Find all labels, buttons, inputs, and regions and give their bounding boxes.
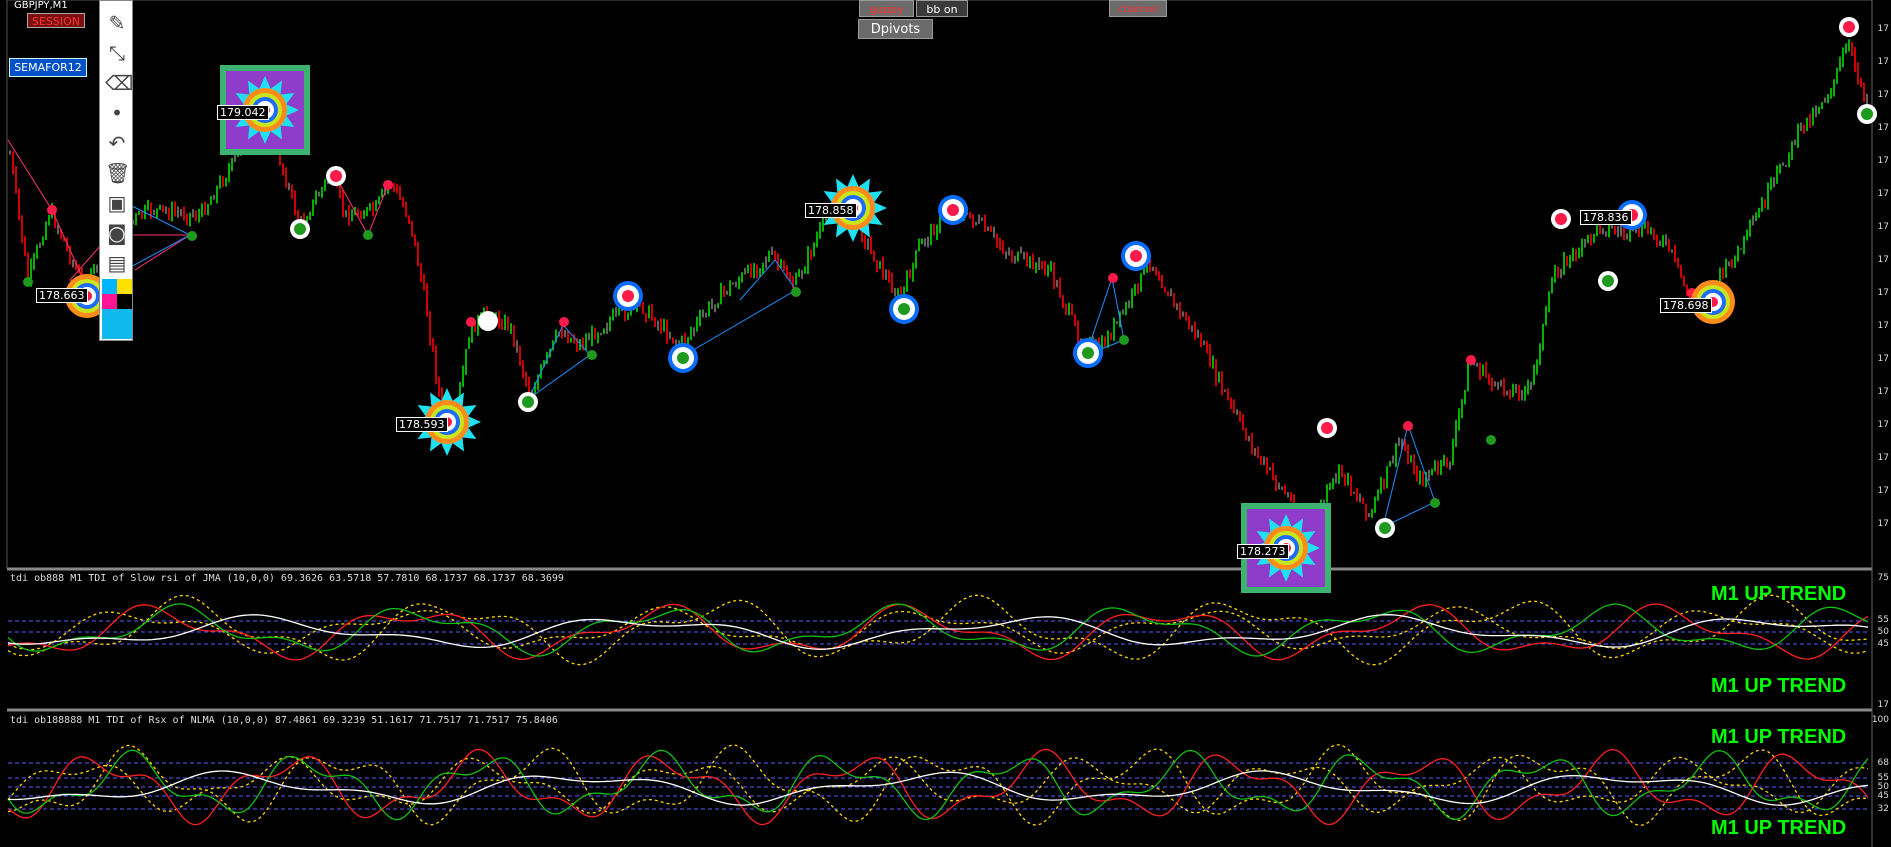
price-axis-tick: 17 [1877, 321, 1889, 331]
price-axis-tick: 17 [1877, 222, 1889, 232]
semafor-dot [1466, 355, 1476, 365]
sw1-axis-tick: 17 [1877, 700, 1889, 710]
semafor-dot [622, 290, 634, 302]
semafor-dot [466, 317, 476, 327]
semafor-dot [522, 396, 534, 408]
tv-icon[interactable]: ▣ [105, 191, 129, 215]
semafor-dot [1555, 213, 1567, 225]
semafor-dot [1861, 108, 1873, 120]
subwindow1-trend-bottom: M1 UP TREND [1711, 675, 1847, 697]
clipboard-icon[interactable]: ▤ [105, 251, 129, 275]
semafor-dot [1602, 275, 1614, 287]
semafor-dot [1379, 522, 1391, 534]
price-axis-tick: 17 [1877, 255, 1889, 265]
price-axis-tick: 17 [1877, 420, 1889, 430]
drawing-toolbar: ✎ ⤡ ⌫ • ↶ 🗑 ▣ ◙ ▤ [99, 0, 133, 341]
price-label: 178.273 [1237, 544, 1289, 559]
semafor-dot [1130, 250, 1142, 262]
sw2-axis-tick: 100 [1871, 715, 1889, 725]
semafor-dot [677, 352, 689, 364]
sw1-axis-tick: 55 [1877, 615, 1889, 625]
price-axis-tick: 17 [1877, 123, 1889, 133]
sw1-axis-tick: 50 [1877, 627, 1889, 637]
eraser-icon[interactable]: ⌫ [105, 71, 133, 95]
tdi-band-upper [7, 594, 1869, 666]
semafor-dot [383, 180, 393, 190]
semafor-dot [559, 317, 569, 327]
undo-icon[interactable]: ↶ [105, 131, 129, 155]
price-axis-tick: 17 [1877, 453, 1889, 463]
semafor-dot [23, 277, 33, 287]
price-label: 178.836 [1580, 210, 1632, 225]
price-axis-tick: 17 [1877, 486, 1889, 496]
semafor-dot [587, 350, 597, 360]
camera-icon[interactable]: ◙ [105, 221, 129, 245]
semafor-dot [482, 315, 494, 327]
price-label: 178.858 [805, 203, 857, 218]
semafor-dot [1119, 335, 1129, 345]
price-label: 178.593 [396, 417, 448, 432]
semafor-dot [898, 303, 910, 315]
semafor-dot [947, 204, 959, 216]
dpivots-button[interactable]: Dpivots [858, 19, 933, 39]
subwindow1-trend-top: M1 UP TREND [1711, 583, 1847, 605]
tdi2-band-lower [7, 756, 1869, 814]
dot-icon[interactable]: • [105, 101, 129, 125]
semafor-dot [1321, 422, 1333, 434]
zigzag-line [682, 259, 797, 357]
price-axis-tick: 17 [1877, 354, 1889, 364]
semafor-dot [791, 287, 801, 297]
semafor-dot [294, 223, 306, 235]
sw1-axis-tick: 75 [1877, 573, 1889, 583]
session-button[interactable]: SESSION [27, 13, 85, 28]
subwindow1-title: tdi ob888 M1 TDI of Slow rsi of JMA (10,… [10, 573, 564, 584]
sw2-axis-tick: 68 [1877, 758, 1889, 768]
price-axis-tick: 17 [1877, 90, 1889, 100]
semafor-dot [1486, 435, 1496, 445]
sw2-axis-tick: 45 [1877, 791, 1889, 801]
tdi-band-lower [7, 606, 1869, 654]
semafor-dot [1108, 273, 1118, 283]
price-axis-tick: 17 [1877, 387, 1889, 397]
semafor-dot [187, 231, 197, 241]
price-axis-tick: 17 [1877, 288, 1889, 298]
price-label: 179.042 [217, 105, 269, 120]
subwindow2-trend-top: M1 UP TREND [1711, 726, 1847, 748]
semafor-dot [1403, 421, 1413, 431]
semafor-dot [330, 170, 342, 182]
sw2-axis-tick: 32 [1877, 804, 1889, 814]
tdi2-mid-line [7, 770, 1869, 806]
pencil-icon[interactable]: ✎ [105, 11, 129, 35]
line-tool-icon[interactable]: ⤡ [105, 41, 129, 65]
trash-icon[interactable]: 🗑 [105, 161, 130, 185]
semafor-dot [1843, 21, 1855, 33]
semafor-dot [1430, 498, 1440, 508]
price-axis-tick: 17 [1877, 24, 1889, 34]
subwindow2-title: tdi ob188888 M1 TDI of Rsx of NLMA (10,0… [10, 715, 558, 726]
price-axis-tick: 17 [1877, 57, 1889, 67]
channel-button[interactable]: channel [1109, 0, 1167, 17]
price-axis-tick: 17 [1877, 189, 1889, 199]
palette-icon[interactable] [102, 279, 132, 339]
tdi-signal-red [7, 603, 1869, 661]
semafor-button[interactable]: SEMAFOR12 [9, 58, 87, 77]
price-axis-tick: 17 [1877, 156, 1889, 166]
price-label: 178.663 [36, 288, 88, 303]
sw1-axis-tick: 45 [1877, 639, 1889, 649]
semafor-dot [47, 205, 57, 215]
subwindow2-trend-bottom: M1 UP TREND [1711, 817, 1847, 839]
guppy-button[interactable]: guppy [859, 0, 914, 17]
semafor-dot [363, 230, 373, 240]
tdi2-signal-red [7, 748, 1869, 826]
symbol-label: GBPJPY,M1 [14, 0, 68, 11]
price-label: 178.698 [1660, 298, 1712, 313]
price-axis-tick: 17 [1877, 519, 1889, 529]
semafor-dot [1082, 347, 1094, 359]
zigzag-line [1382, 423, 1436, 528]
tdi2-signal-green [7, 749, 1869, 821]
bb-on-button[interactable]: bb on [916, 0, 968, 17]
